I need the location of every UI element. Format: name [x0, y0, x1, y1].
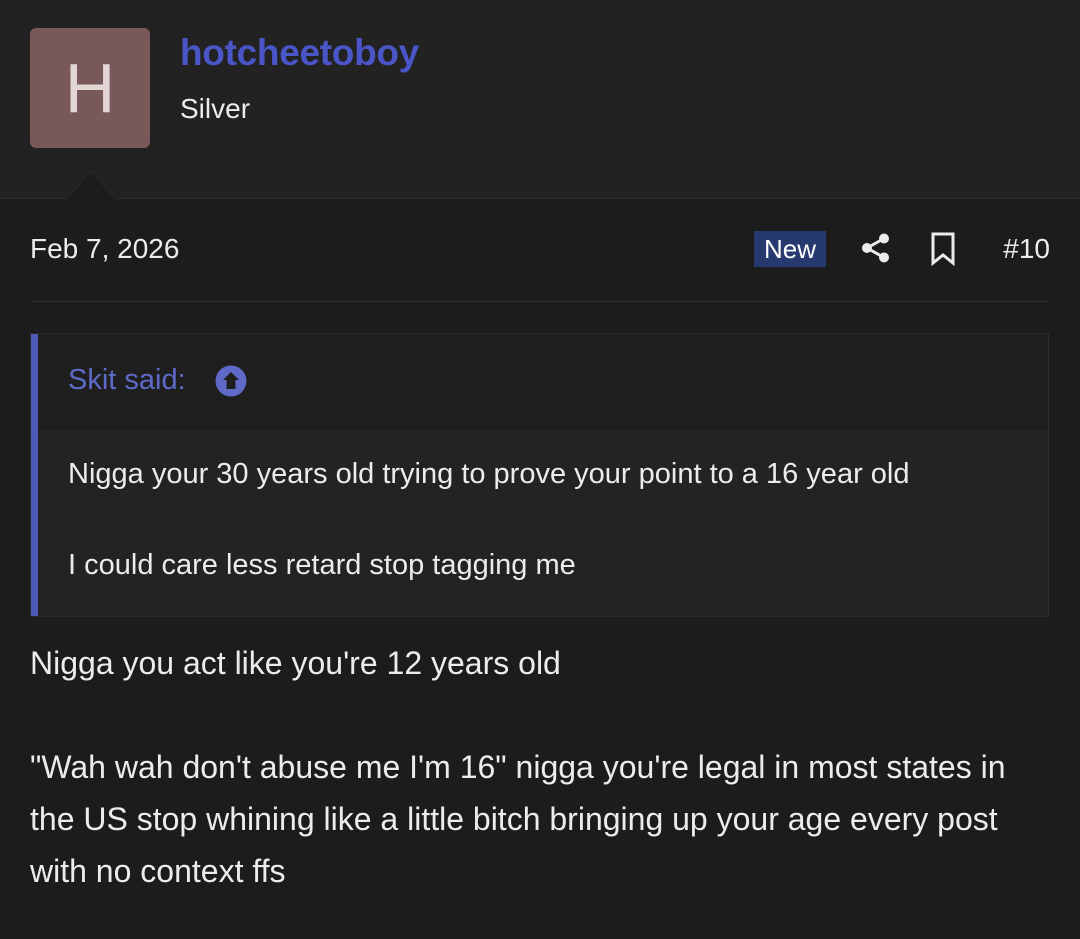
share-icon[interactable]: [860, 232, 892, 264]
post-paragraph-2: "Wah wah don't abuse me I'm 16" nigga yo…: [30, 749, 1006, 889]
quote-block: Skit said: Nigga your 30 years old tryin…: [30, 333, 1049, 617]
header-pointer: [67, 172, 115, 199]
quote-line-1: Nigga your 30 years old trying to prove …: [68, 458, 910, 490]
forum-post: H hotcheetoboy Silver Feb 7, 2026 New #1…: [0, 0, 1080, 939]
bookmark-icon[interactable]: [930, 232, 956, 266]
post-body: Feb 7, 2026 New #10 Skit said: Nigga you…: [0, 199, 1080, 939]
post-number-link[interactable]: #10: [1003, 233, 1050, 265]
new-badge: New: [754, 231, 827, 267]
quote-header: Skit said:: [38, 334, 1048, 430]
username-link[interactable]: hotcheetoboy: [180, 32, 419, 74]
post-date[interactable]: Feb 7, 2026: [30, 233, 179, 265]
post-meta-row: Feb 7, 2026 New #10: [30, 229, 1050, 271]
avatar[interactable]: H: [30, 28, 150, 148]
avatar-letter: H: [64, 49, 116, 127]
arrow-up-circle-icon[interactable]: [215, 365, 247, 397]
user-title: Silver: [180, 93, 251, 124]
post-user-header: H hotcheetoboy Silver: [0, 0, 1080, 199]
post-paragraph-1: Nigga you act like you're 12 years old: [30, 645, 561, 681]
meta-divider: [30, 301, 1050, 302]
quote-accent-bar: [31, 334, 38, 616]
quote-line-2: I could care less retard stop tagging me: [68, 549, 576, 581]
quote-author-link[interactable]: Skit said:: [68, 364, 186, 397]
